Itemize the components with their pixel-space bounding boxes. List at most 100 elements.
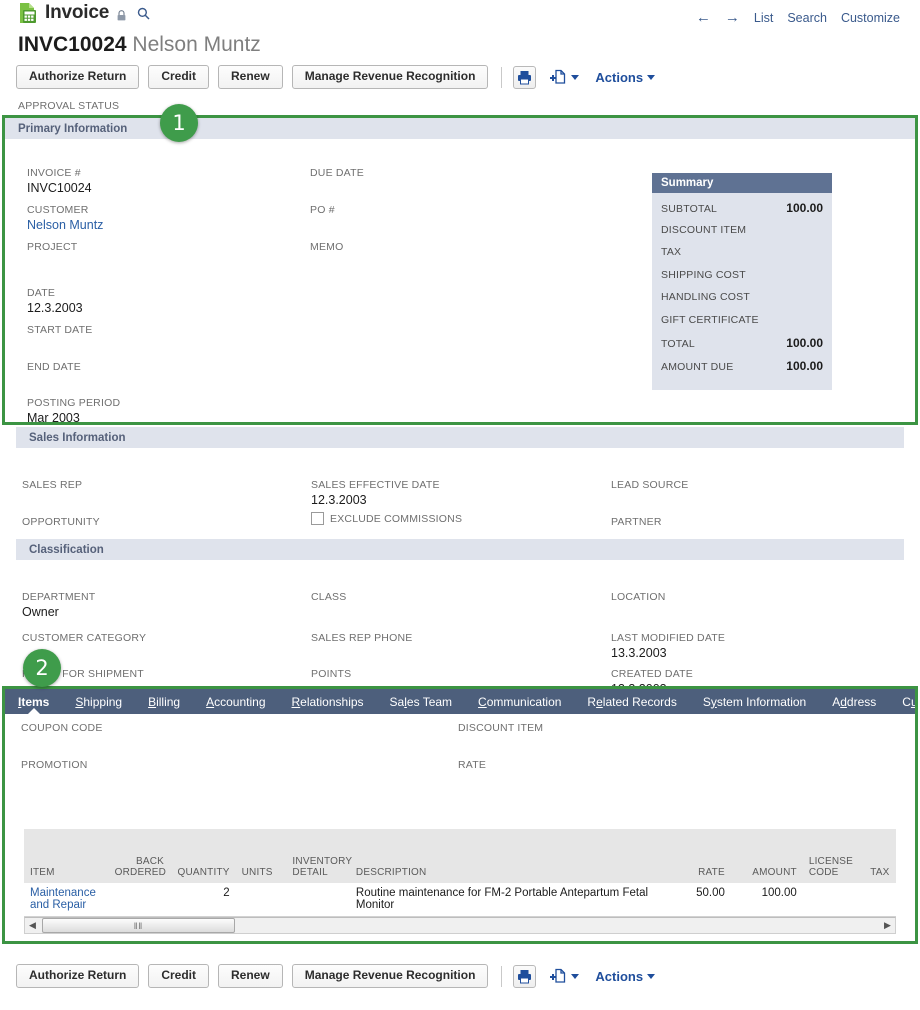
back-arrow-icon[interactable]: ← xyxy=(696,10,711,25)
field-label: INVOICE # xyxy=(27,167,81,179)
field-label: PROJECT xyxy=(27,241,78,253)
cell-back-ordered xyxy=(108,883,171,917)
field-label: RATE xyxy=(458,759,487,771)
table-header-row: ITEM BACK ORDERED QUANTITY UNITS INVENTO… xyxy=(24,854,896,883)
field-department: DEPARTMENT Owner xyxy=(22,591,95,619)
item-link[interactable]: Maintenance and Repair xyxy=(30,887,96,911)
field-sales-rep-phone: SALES REP PHONE xyxy=(311,632,412,644)
col-tax[interactable]: TAX xyxy=(864,854,896,883)
field-location: LOCATION xyxy=(611,591,666,605)
print-icon[interactable] xyxy=(513,964,537,988)
col-description[interactable]: DESCRIPTION xyxy=(349,854,668,883)
tab-relationships[interactable]: Relationships xyxy=(279,689,377,714)
field-label: START DATE xyxy=(27,324,93,336)
col-units[interactable]: UNITS xyxy=(235,854,287,883)
col-quantity[interactable]: QUANTITY xyxy=(170,854,236,883)
field-value: 12.3.2003 xyxy=(311,493,367,507)
field-label: DUE DATE xyxy=(310,167,364,179)
credit-button[interactable]: Credit xyxy=(148,65,210,89)
summary-header: Summary xyxy=(652,173,832,193)
summary-label: SUBTOTAL xyxy=(661,203,718,215)
scrollbar-thumb[interactable]: ‖‖ xyxy=(42,918,235,933)
col-back-ordered[interactable]: BACK ORDERED xyxy=(108,854,171,883)
field-label: DATE xyxy=(27,287,56,299)
scrollbar-track[interactable]: ‖‖ xyxy=(40,918,880,933)
chevron-down-icon xyxy=(647,74,656,80)
invoice-document-icon xyxy=(18,2,39,24)
authorize-return-button[interactable]: Authorize Return xyxy=(16,964,140,988)
tab-custom[interactable]: Custom xyxy=(889,689,915,714)
tab-accounting[interactable]: Accounting xyxy=(193,689,278,714)
cell-tax xyxy=(864,883,896,917)
field-end-date: END DATE xyxy=(27,361,120,397)
summary-row: HANDLING COST xyxy=(661,291,823,314)
record-type-title: Invoice xyxy=(18,2,150,24)
sublist-toolbar-row xyxy=(24,829,896,854)
tab-shipping[interactable]: Shipping xyxy=(62,689,135,714)
tab-billing[interactable]: Billing xyxy=(135,689,193,714)
nav-search-link[interactable]: Search xyxy=(787,11,827,25)
field-exclude-commissions[interactable]: EXCLUDE COMMISSIONS xyxy=(311,512,462,525)
primary-information-header: Primary Information xyxy=(5,118,915,139)
field-label: CLASS xyxy=(311,591,347,603)
nav-list-link[interactable]: List xyxy=(754,11,773,25)
field-label: SALES REP xyxy=(22,479,83,491)
actions-menu[interactable]: Actions xyxy=(595,969,656,984)
toolbar-divider xyxy=(501,965,503,987)
field-label: DISCOUNT ITEM xyxy=(458,722,544,734)
summary-label: TOTAL xyxy=(661,338,695,350)
field-label: PARTNER xyxy=(611,516,662,528)
manage-revenue-recognition-button[interactable]: Manage Revenue Recognition xyxy=(291,964,489,988)
col-amount[interactable]: AMOUNT xyxy=(730,854,803,883)
tab-sales-team[interactable]: Sa l es Team xyxy=(377,689,466,714)
bottom-action-bar: Authorize Return Credit Renew Manage Rev… xyxy=(16,964,656,988)
page-title: INVC10024 Nelson Muntz xyxy=(18,33,261,57)
field-value: Owner xyxy=(22,605,59,619)
actions-menu[interactable]: Actions xyxy=(595,70,656,85)
forward-arrow-icon[interactable]: → xyxy=(725,10,740,25)
table-row[interactable]: Maintenance and Repair 2 Routine mainten… xyxy=(24,883,896,917)
tab-related-records[interactable]: Re lated Records xyxy=(574,689,689,714)
customer-link[interactable]: Nelson Muntz xyxy=(27,218,120,232)
col-inventory-detail[interactable]: INVENTORY DETAIL xyxy=(286,854,352,883)
horizontal-scrollbar[interactable]: ◀ ‖‖ ▶ xyxy=(24,917,896,934)
primary-column-1: INVOICE # INVC10024 CUSTOMER Nelson Munt… xyxy=(27,167,120,425)
summary-label: DISCOUNT ITEM xyxy=(661,223,747,236)
credit-button[interactable]: Credit xyxy=(148,964,210,988)
manage-revenue-recognition-button[interactable]: Manage Revenue Recognition xyxy=(291,65,489,89)
field-opportunity: OPPORTUNITY xyxy=(22,516,100,528)
col-rate[interactable]: RATE xyxy=(667,854,731,883)
field-memo: MEMO xyxy=(310,241,364,253)
field-label: SALES EFFECTIVE DATE xyxy=(311,479,440,491)
field-customer: CUSTOMER Nelson Muntz xyxy=(27,204,120,241)
field-value: 13.3.2003 xyxy=(611,646,667,660)
renew-button[interactable]: Renew xyxy=(218,964,283,988)
exclude-commissions-checkbox[interactable] xyxy=(311,512,324,525)
search-icon[interactable] xyxy=(137,7,150,20)
chevron-down-icon xyxy=(647,973,656,979)
approval-status-label: APPROVAL STATUS xyxy=(18,100,120,112)
col-item[interactable]: ITEM xyxy=(24,854,109,883)
field-label: CUSTOMER xyxy=(27,204,89,216)
authorize-return-button[interactable]: Authorize Return xyxy=(16,65,140,89)
tab-communication[interactable]: Communication xyxy=(465,689,574,714)
new-document-icon[interactable] xyxy=(550,968,580,984)
scroll-right-arrow-icon[interactable]: ▶ xyxy=(880,918,895,933)
scroll-left-arrow-icon[interactable]: ◀ xyxy=(25,918,40,933)
summary-row: AMOUNT DUE 100.00 xyxy=(661,359,823,382)
renew-button[interactable]: Renew xyxy=(218,65,283,89)
cell-inventory-detail xyxy=(286,883,350,917)
tab-items[interactable]: Items xyxy=(5,689,62,714)
tab-system-information[interactable]: Sy stem Information xyxy=(690,689,819,714)
tab-address[interactable]: Ad dress xyxy=(819,689,889,714)
new-document-icon[interactable] xyxy=(550,69,580,85)
field-label: END DATE xyxy=(27,361,81,373)
summary-label: SHIPPING COST xyxy=(661,268,746,281)
field-label: LOCATION xyxy=(611,591,666,603)
field-date: DATE 12.3.2003 xyxy=(27,287,120,324)
print-icon[interactable] xyxy=(513,65,537,89)
col-license-code[interactable]: LICENSE CODE xyxy=(802,854,865,883)
field-label: SALES REP PHONE xyxy=(311,632,413,644)
field-label: LAST MODIFIED DATE xyxy=(611,632,726,644)
nav-customize-link[interactable]: Customize xyxy=(841,11,900,25)
